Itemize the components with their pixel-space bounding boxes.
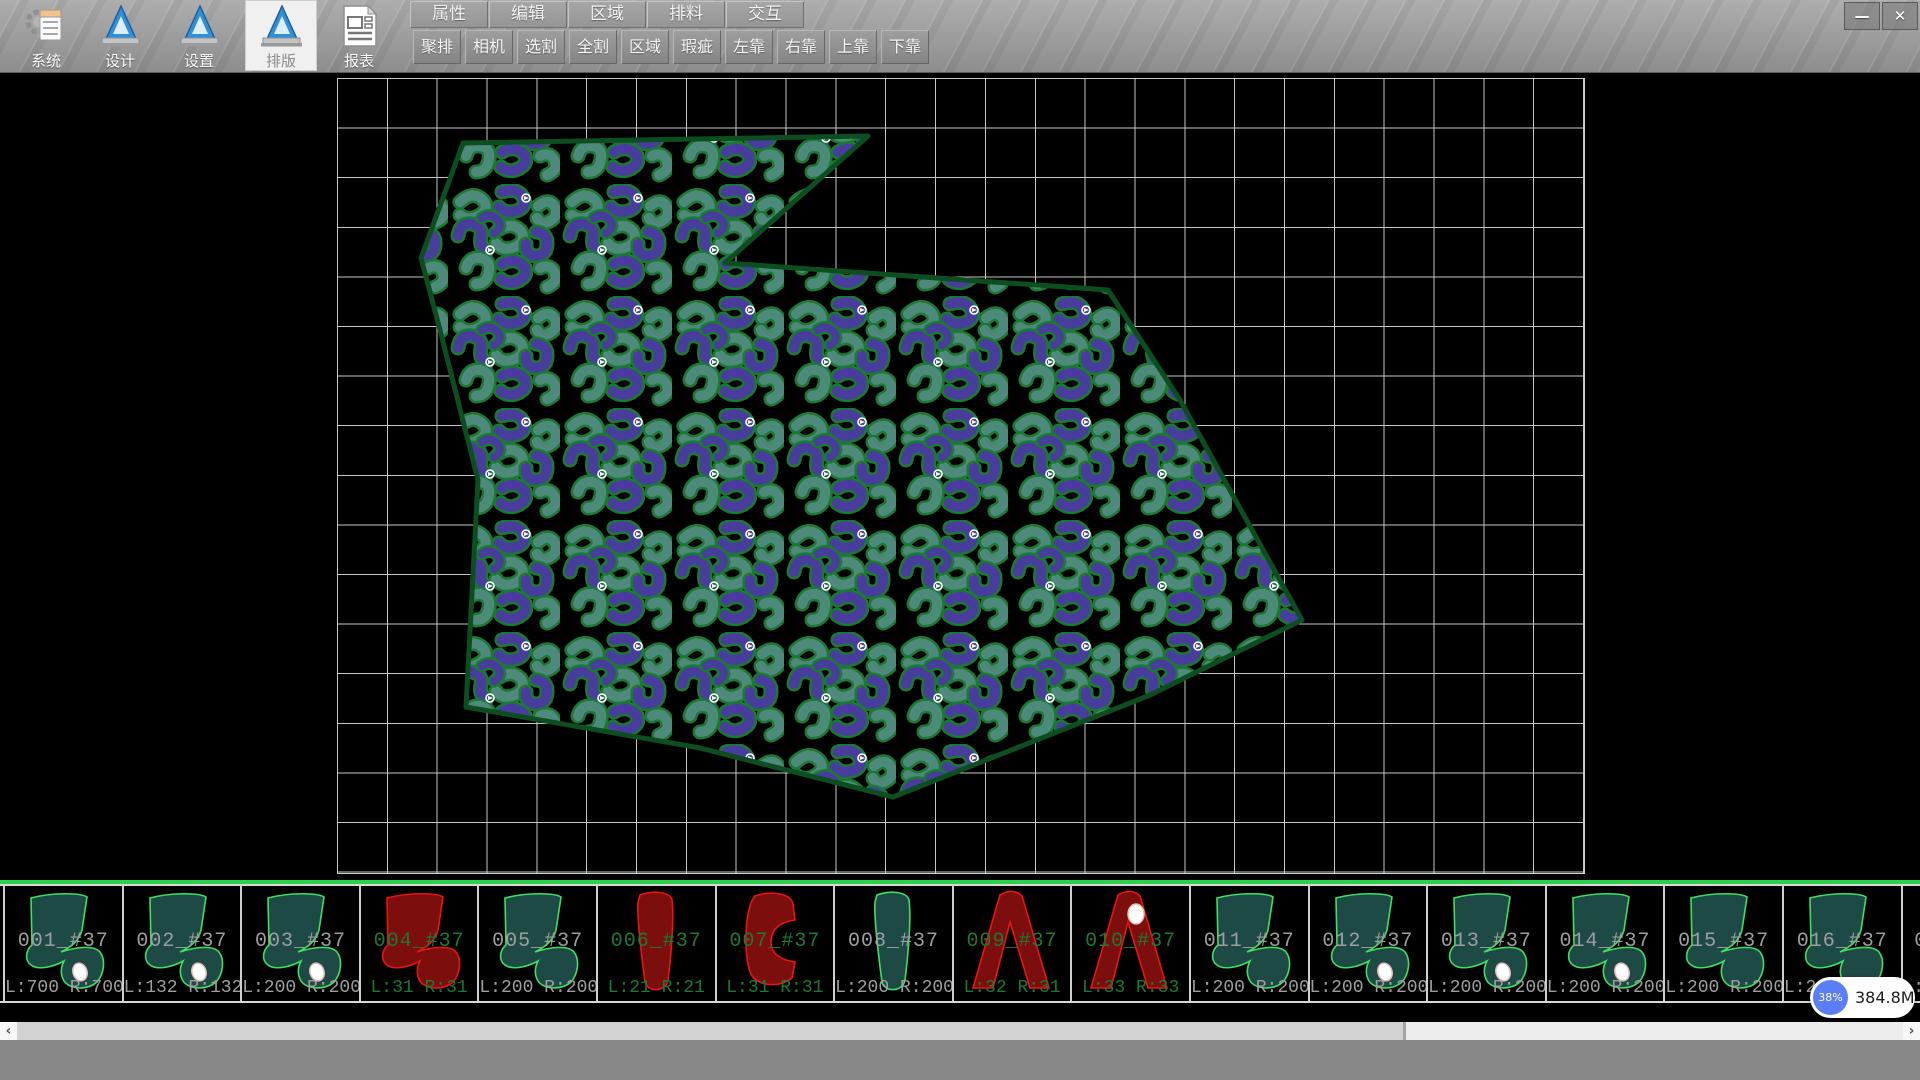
piece-id-label: 016_#37 (1784, 930, 1901, 953)
piece-lr-label: L:200 R:200 (1428, 978, 1545, 998)
piece-thumbnail-strip: 001_#37L:700 R:700002_#37L:132 R:132003_… (0, 884, 1920, 1003)
set-square-icon (97, 3, 143, 49)
menu-tab-3[interactable]: 区域 (568, 1, 646, 28)
main-button-label: 报表 (344, 50, 374, 71)
main-button-5[interactable]: 报表 (323, 0, 395, 71)
piece-thumbnail-006_#37[interactable]: 006_#37 L:21 R:21 (596, 886, 715, 1001)
tool-button-3[interactable]: 选割 (517, 30, 565, 64)
piece-thumbnail-003_#37[interactable]: 003_#37 L:200 R:200 (240, 886, 359, 1001)
tool-button-9[interactable]: 上靠 (829, 30, 877, 64)
memory-percent-indicator: 38% (1813, 980, 1848, 1015)
tool-button-7[interactable]: 左靠 (725, 30, 773, 64)
window-controls: — ✕ (1844, 2, 1918, 30)
menu-tab-row: 属性编辑区域排料交互 (410, 1, 805, 28)
scrollbar-thumb[interactable] (17, 1022, 1406, 1040)
piece-lr-label: L:200 R:200 (479, 978, 596, 998)
app-window: 系统设计设置排版报表 属性编辑区域排料交互 聚排相机选割全割区域瑕疵左靠右靠上靠… (0, 0, 1920, 1080)
main-button-1[interactable]: 系统 (10, 0, 82, 71)
piece-lr-label: L:200 R:200 (1547, 978, 1664, 998)
piece-lr-label: L:200 R:200 (242, 978, 359, 998)
menu-tab-1[interactable]: 属性 (410, 1, 488, 28)
report-doc-icon (336, 3, 382, 49)
piece-thumbnail-005_#37[interactable]: 005_#37 L:200 R:200 (477, 886, 596, 1001)
piece-id-label: 007_#37 (717, 930, 834, 953)
tool-button-6[interactable]: 瑕疵 (673, 30, 721, 64)
main-button-label: 设计 (105, 50, 135, 71)
tool-button-4[interactable]: 全割 (569, 30, 617, 64)
status-bar (0, 1040, 1920, 1080)
titlebar: 系统设计设置排版报表 属性编辑区域排料交互 聚排相机选割全割区域瑕疵左靠右靠上靠… (0, 0, 1920, 73)
main-button-label: 系统 (31, 50, 61, 71)
nesting-canvas[interactable] (0, 72, 1920, 880)
leather-hide-nesting[interactable] (0, 72, 1920, 880)
tool-button-2[interactable]: 相机 (465, 30, 513, 64)
strip-gap (0, 1003, 1920, 1022)
piece-id-label: 002_#37 (124, 930, 241, 953)
close-button[interactable]: ✕ (1882, 2, 1918, 30)
gear-doc-icon (23, 3, 69, 49)
scroll-right-arrow-icon[interactable]: › (1903, 1022, 1920, 1040)
memory-usage-label: 384.8M (1855, 988, 1915, 1007)
main-button-label: 设置 (184, 50, 214, 71)
piece-id-label: 009_#37 (954, 930, 1071, 953)
tool-button-8[interactable]: 右靠 (777, 30, 825, 64)
minimize-button[interactable]: — (1844, 2, 1880, 30)
set-square-icon (258, 3, 304, 49)
piece-lr-label: L:200 R:200 (1310, 978, 1427, 998)
piece-id-label: 017_#37 (1903, 930, 1920, 953)
piece-id-label: 010_#37 (1072, 930, 1189, 953)
piece-id-label: 015_#37 (1665, 930, 1782, 953)
piece-id-label: 006_#37 (598, 930, 715, 953)
strip-separator-line (0, 880, 1920, 884)
piece-thumbnail-012_#37[interactable]: 012_#37 L:200 R:200 (1308, 886, 1427, 1001)
piece-thumbnail-008_#37[interactable]: 008_#37 L:200 R:200 (833, 886, 952, 1001)
tool-button-row: 聚排相机选割全割区域瑕疵左靠右靠上靠下靠 (413, 30, 933, 64)
scroll-left-arrow-icon[interactable]: ‹ (0, 1022, 18, 1040)
piece-thumbnail-014_#37[interactable]: 014_#37 L:200 R:200 (1545, 886, 1664, 1001)
piece-lr-label: L:32 R:31 (954, 978, 1071, 998)
piece-id-label: 003_#37 (242, 930, 359, 953)
tool-button-10[interactable]: 下靠 (881, 30, 929, 64)
piece-lr-label: L:200 R:200 (835, 978, 952, 998)
piece-thumbnail-009_#37[interactable]: 009_#37 L:32 R:31 (952, 886, 1071, 1001)
piece-lr-label: L:31 R:31 (717, 978, 834, 998)
main-button-2[interactable]: 设计 (84, 0, 156, 71)
piece-lr-label: L:200 R:200 (1191, 978, 1308, 998)
piece-id-label: 004_#37 (361, 930, 478, 953)
tool-button-1[interactable]: 聚排 (413, 30, 461, 64)
piece-thumbnail-015_#37[interactable]: 015_#37 L:200 R:200 (1663, 886, 1782, 1001)
piece-id-label: 008_#37 (835, 930, 952, 953)
piece-lr-label: L:700 R:700 (5, 978, 122, 998)
piece-thumbnail-002_#37[interactable]: 002_#37 L:132 R:132 (122, 886, 241, 1001)
piece-thumbnail-013_#37[interactable]: 013_#37 L:200 R:200 (1426, 886, 1545, 1001)
horizontal-scrollbar[interactable]: ‹ › (0, 1022, 1920, 1040)
piece-id-label: 005_#37 (479, 930, 596, 953)
memory-badge[interactable]: 38% 384.8M (1810, 977, 1915, 1018)
piece-thumbnail-001_#37[interactable]: 001_#37 L:700 R:700 (3, 886, 122, 1001)
piece-thumbnail-010_#37[interactable]: 010_#37 L:33 R:33 (1070, 886, 1189, 1001)
piece-lr-label: L:132 R:132 (124, 978, 241, 998)
piece-id-label: 011_#37 (1191, 930, 1308, 953)
piece-lr-label: L:21 R:21 (598, 978, 715, 998)
main-button-label: 排版 (266, 50, 296, 71)
menu-tab-5[interactable]: 交互 (726, 1, 804, 28)
main-button-4[interactable]: 排版 (245, 0, 317, 71)
menu-tab-2[interactable]: 编辑 (489, 1, 567, 28)
piece-thumbnail-007_#37[interactable]: 007_#37 L:31 R:31 (715, 886, 834, 1001)
piece-lr-label: L:31 R:31 (361, 978, 478, 998)
piece-id-label: 014_#37 (1547, 930, 1664, 953)
piece-lr-label: L:33 R:33 (1072, 978, 1189, 998)
menu-tab-4[interactable]: 排料 (647, 1, 725, 28)
main-button-3[interactable]: 设置 (163, 0, 235, 71)
set-square-icon (176, 3, 222, 49)
piece-id-label: 012_#37 (1310, 930, 1427, 953)
piece-thumbnail-004_#37[interactable]: 004_#37 L:31 R:31 (359, 886, 478, 1001)
piece-hole (1128, 904, 1144, 924)
piece-lr-label: L:200 R:200 (1665, 978, 1782, 998)
piece-thumbnail-011_#37[interactable]: 011_#37 L:200 R:200 (1189, 886, 1308, 1001)
tool-button-5[interactable]: 区域 (621, 30, 669, 64)
piece-id-label: 001_#37 (5, 930, 122, 953)
piece-id-label: 013_#37 (1428, 930, 1545, 953)
